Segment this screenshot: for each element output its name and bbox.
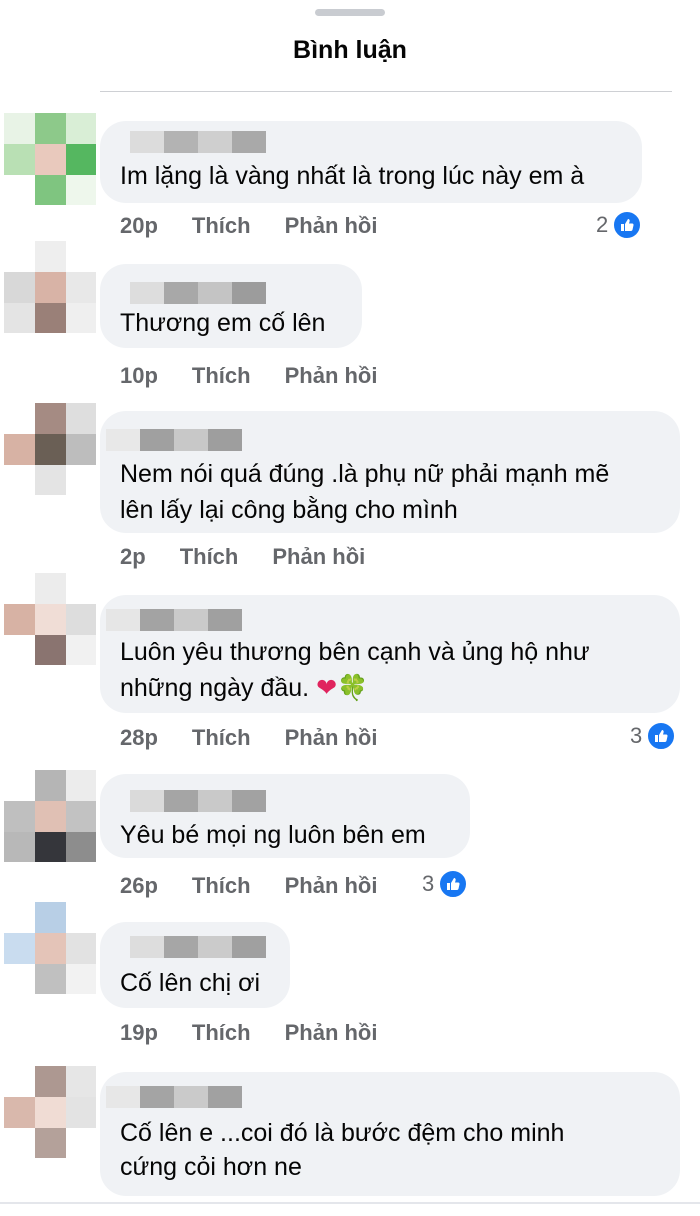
comment-bubble[interactable]: Cố lên chị ơi xyxy=(100,922,290,1008)
comment-meta: 20p Thích Phản hồi xyxy=(120,213,377,239)
comment-item: Thương em cố lên 10p Thích Phản hồi xyxy=(0,238,700,389)
avatar[interactable] xyxy=(4,573,96,665)
comment-bubble[interactable]: Cố lên e ...coi đó là bước đệm cho minh … xyxy=(100,1072,680,1196)
comment-timestamp[interactable]: 19p xyxy=(120,1020,158,1046)
heart-emoji-icon: ❤ xyxy=(316,674,338,702)
reply-button[interactable]: Phản hồi xyxy=(285,213,378,239)
comment-text-line: cứng cỏi hơn ne xyxy=(120,1153,302,1181)
comment-bubble[interactable]: Luôn yêu thương bên cạnh và ủng hộ như n… xyxy=(100,595,680,713)
avatar[interactable] xyxy=(4,770,96,862)
commenter-name-blurred[interactable] xyxy=(130,790,266,812)
comment-timestamp[interactable]: 26p xyxy=(120,873,158,899)
comment-timestamp[interactable]: 28p xyxy=(120,725,158,751)
comment-text: Cố lên chị ơi xyxy=(120,969,261,997)
comment-meta: 10p Thích Phản hồi xyxy=(120,363,377,389)
reply-button[interactable]: Phản hồi xyxy=(285,1020,378,1046)
comment-text-line: những ngày đầu. ❤🍀 xyxy=(120,671,660,705)
commenter-name-blurred[interactable] xyxy=(106,1086,242,1108)
comment-bubble[interactable]: Im lặng là vàng nhất là trong lúc này em… xyxy=(100,121,642,203)
like-button[interactable]: Thích xyxy=(192,725,251,751)
four-leaf-clover-emoji-icon: 🍀 xyxy=(337,674,369,702)
comment-text: những ngày đầu. xyxy=(120,674,310,702)
commenter-name-blurred[interactable] xyxy=(130,282,266,304)
like-thumbs-up-icon xyxy=(646,721,677,751)
reply-button[interactable]: Phản hồi xyxy=(285,363,378,389)
reply-button[interactable]: Phản hồi xyxy=(285,873,378,899)
like-button[interactable]: Thích xyxy=(180,544,239,570)
comment-item: Im lặng là vàng nhất là trong lúc này em… xyxy=(0,113,700,243)
comment-bubble[interactable]: Yêu bé mọi ng luôn bên em xyxy=(100,774,470,858)
comment-timestamp[interactable]: 10p xyxy=(120,363,158,389)
reply-button[interactable]: Phản hồi xyxy=(285,725,378,751)
reaction-count: 3 xyxy=(422,871,435,896)
comment-text: Yêu bé mọi ng luôn bên em xyxy=(120,821,426,849)
like-button[interactable]: Thích xyxy=(192,873,251,899)
comment-item: Cố lên chị ơi 19p Thích Phản hồi xyxy=(0,902,700,1057)
comment-text: Im lặng là vàng nhất là trong lúc này em… xyxy=(120,162,585,190)
avatar[interactable] xyxy=(4,241,96,333)
like-button[interactable]: Thích xyxy=(192,213,251,239)
comment-text-line: lên lấy lại công bằng cho mình xyxy=(120,496,458,524)
header-divider xyxy=(100,91,672,92)
comment-bubble[interactable]: Nem nói quá đúng .là phụ nữ phải mạnh mẽ… xyxy=(100,411,680,533)
avatar[interactable] xyxy=(4,1066,96,1158)
reaction-count: 2 xyxy=(596,212,609,237)
page-title: Bình luận xyxy=(293,36,407,64)
comment-item: Nem nói quá đúng .là phụ nữ phải mạnh mẽ… xyxy=(0,403,700,573)
comment-text: Thương em cố lên xyxy=(120,309,326,337)
comment-item: Yêu bé mọi ng luôn bên em 26p Thích Phản… xyxy=(0,770,700,910)
reply-button[interactable]: Phản hồi xyxy=(272,544,365,570)
reaction-summary[interactable]: 2 xyxy=(596,210,643,240)
reaction-summary[interactable]: 3 xyxy=(422,869,469,899)
comment-meta: 26p Thích Phản hồi xyxy=(120,873,377,899)
avatar[interactable] xyxy=(4,403,96,495)
like-button[interactable]: Thích xyxy=(192,363,251,389)
commenter-name-blurred[interactable] xyxy=(106,429,242,451)
comment-text-line: Nem nói quá đúng .là phụ nữ phải mạnh mẽ xyxy=(120,460,610,488)
commenter-name-blurred[interactable] xyxy=(106,609,242,631)
avatar[interactable] xyxy=(4,113,96,205)
comment-item: Cố lên e ...coi đó là bước đệm cho minh … xyxy=(0,1066,700,1206)
commenter-name-blurred[interactable] xyxy=(130,131,266,153)
comments-sheet: Bình luận Im lặng là vàng nhất là trong … xyxy=(0,0,700,1216)
avatar[interactable] xyxy=(4,902,96,994)
comment-meta: 2p Thích Phản hồi xyxy=(120,544,365,570)
like-thumbs-up-icon xyxy=(438,869,469,899)
comment-text-line: Cố lên e ...coi đó là bước đệm cho minh xyxy=(120,1119,565,1147)
reaction-summary[interactable]: 3 xyxy=(630,721,677,751)
comment-meta: 19p Thích Phản hồi xyxy=(120,1020,377,1046)
sheet-drag-handle[interactable] xyxy=(315,9,385,16)
comment-meta: 28p Thích Phản hồi xyxy=(120,725,377,751)
like-button[interactable]: Thích xyxy=(192,1020,251,1046)
bottom-divider xyxy=(0,1202,700,1204)
like-thumbs-up-icon xyxy=(612,210,643,240)
reaction-count: 3 xyxy=(630,723,643,748)
commenter-name-blurred[interactable] xyxy=(130,936,266,958)
comment-item: Luôn yêu thương bên cạnh và ủng hộ như n… xyxy=(0,573,700,758)
comment-timestamp[interactable]: 20p xyxy=(120,213,158,239)
comment-bubble[interactable]: Thương em cố lên xyxy=(100,264,362,348)
comment-text-line: Luôn yêu thương bên cạnh và ủng hộ như xyxy=(120,638,590,666)
comment-timestamp[interactable]: 2p xyxy=(120,544,146,570)
